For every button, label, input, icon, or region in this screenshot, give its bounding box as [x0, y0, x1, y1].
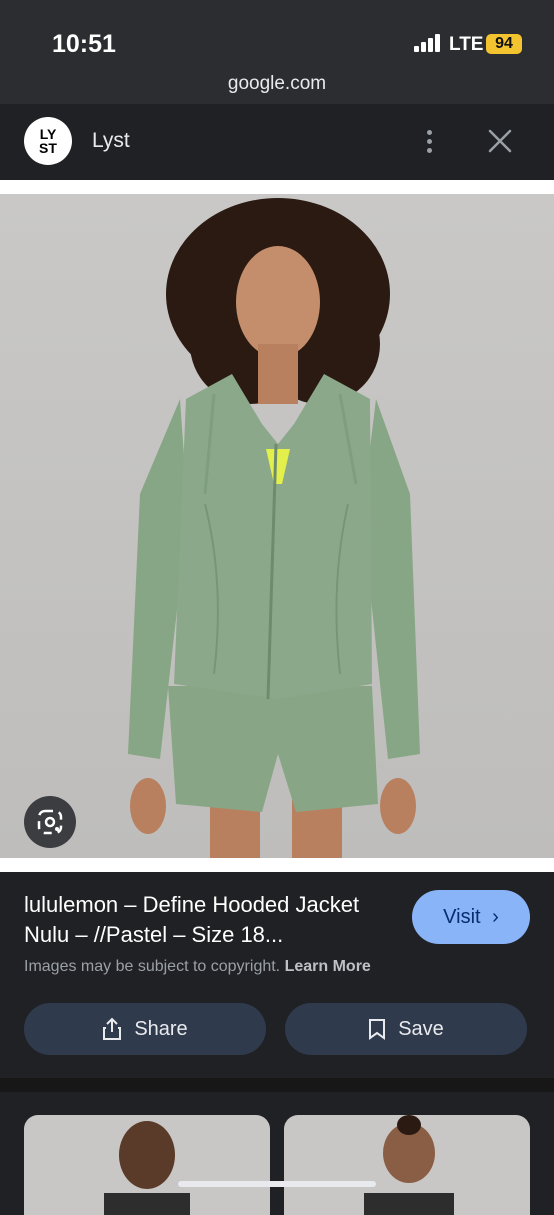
image-border-top [0, 180, 554, 194]
copyright-notice: Images may be subject to copyright. Lear… [24, 958, 371, 976]
more-options-icon[interactable] [420, 128, 440, 156]
copyright-text: Images may be subject to copyright. [24, 958, 281, 975]
chevron-right-icon: › [492, 906, 499, 928]
logo-text-bottom: ST [39, 140, 57, 156]
signal-icon [414, 34, 444, 52]
lens-search-button[interactable] [24, 796, 76, 848]
site-header [0, 104, 554, 180]
visit-button[interactable]: Visit › [412, 890, 530, 944]
share-icon [103, 1017, 122, 1040]
network-type: LTE [449, 34, 484, 55]
product-image[interactable] [0, 194, 554, 858]
learn-more-link[interactable]: Learn More [285, 958, 371, 975]
share-label: Share [134, 1017, 188, 1040]
save-button[interactable]: Save [285, 1003, 527, 1055]
share-button[interactable]: Share [24, 1003, 266, 1055]
site-logo: LY ST [24, 117, 72, 165]
image-border-bottom [0, 858, 554, 872]
status-time: 10:51 [52, 30, 116, 58]
result-title[interactable]: lululemon – Define Hooded Jacket Nulu – … [24, 890, 394, 950]
url-bar[interactable]: google.com [0, 70, 554, 104]
battery-indicator: 94 [486, 34, 522, 54]
logo-text-top: LY [39, 126, 57, 142]
site-name: Lyst [92, 129, 130, 152]
visit-label: Visit [443, 906, 481, 928]
related-image-thumbnail[interactable] [24, 1115, 270, 1215]
bookmark-icon [369, 1019, 386, 1040]
url-text: google.com [227, 73, 327, 94]
section-divider [0, 1078, 554, 1092]
status-bar: 10:51 LTE 94 [0, 0, 554, 70]
related-image-thumbnail[interactable] [284, 1115, 530, 1215]
home-indicator[interactable] [178, 1181, 376, 1187]
save-label: Save [398, 1017, 444, 1040]
close-icon[interactable] [486, 127, 514, 155]
lens-icon [37, 809, 63, 835]
